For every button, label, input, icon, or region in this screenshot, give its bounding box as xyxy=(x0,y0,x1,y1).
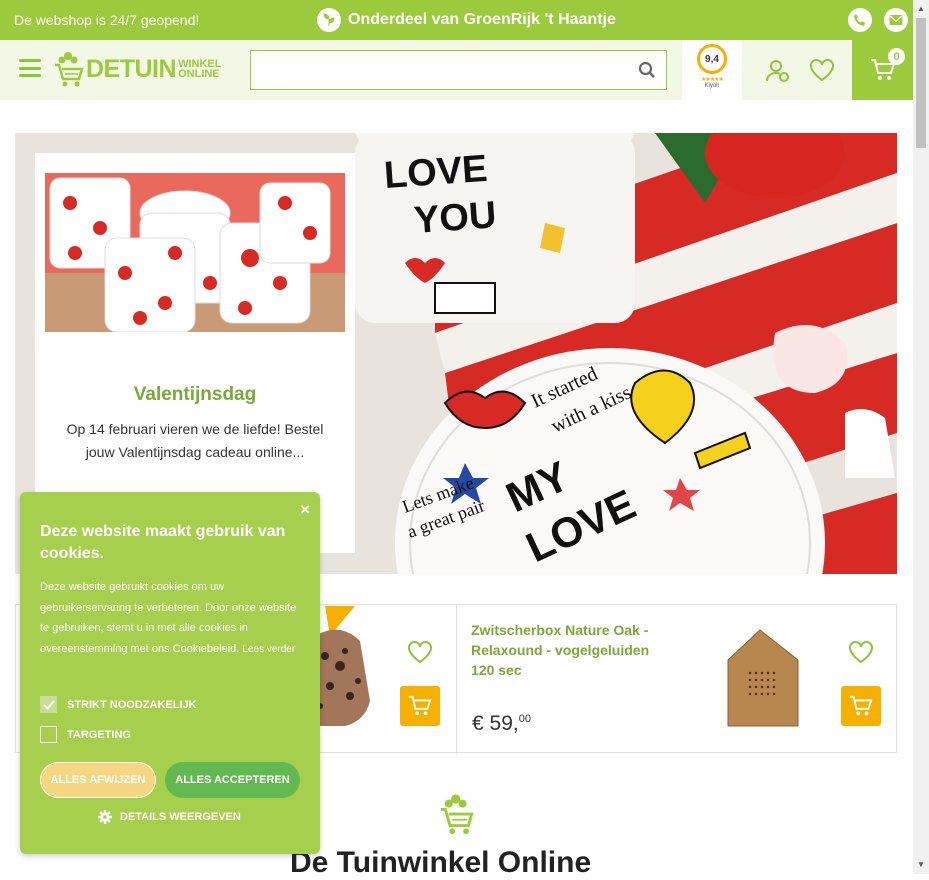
option-strictly-necessary[interactable]: STRIKT NOODZAKELIJK xyxy=(40,696,197,713)
promo-description: Op 14 februari vieren we de liefde! Best… xyxy=(66,421,324,460)
scroll-up-icon[interactable]: ▲ xyxy=(917,4,925,13)
leaf-icon xyxy=(317,8,341,32)
rating-score: 9,4 xyxy=(697,44,727,74)
reject-all-button[interactable]: ALLES AFWIJZEN xyxy=(40,762,156,798)
svg-text:YOU: YOU xyxy=(413,194,498,242)
logo-sub-text: WINKEL ONLINE xyxy=(178,59,221,80)
search-icon[interactable] xyxy=(638,61,656,79)
accept-all-button[interactable]: ALLES ACCEPTEREN xyxy=(165,762,300,798)
menu-icon[interactable] xyxy=(19,59,41,77)
product-2-image[interactable] xyxy=(720,628,800,728)
rating-stars-icon: ★★★★★ xyxy=(701,77,724,83)
site-logo[interactable]: DETUIN WINKEL ONLINE xyxy=(54,49,221,89)
groenrijk-notice[interactable]: Onderdeel van GroenRijk 't Haantje xyxy=(317,8,616,32)
read-more-link[interactable]: Lees verder xyxy=(242,644,295,655)
scroll-down-icon[interactable]: ▼ xyxy=(917,860,925,869)
cart-icon xyxy=(408,695,432,716)
cart-count-badge: 0 xyxy=(888,48,905,65)
cart-button[interactable] xyxy=(852,40,913,100)
product-2-price: € 59,00 xyxy=(472,712,531,736)
mail-icon[interactable] xyxy=(884,8,908,32)
product-2-wishlist-icon[interactable] xyxy=(848,640,874,664)
rating-source: Kiyoh xyxy=(704,83,720,89)
price-main: € 59, xyxy=(472,712,519,735)
close-icon[interactable]: × xyxy=(300,500,310,520)
heart-icon[interactable] xyxy=(809,58,835,82)
product-1-add-to-cart-button[interactable] xyxy=(400,686,440,726)
product-2-add-to-cart-button[interactable] xyxy=(841,686,881,726)
gear-icon xyxy=(98,810,112,824)
checkbox-targeting[interactable] xyxy=(40,726,57,743)
details-label: DETAILS WEERGEVEN xyxy=(120,811,241,823)
promo-title[interactable]: Valentijnsdag xyxy=(35,384,355,406)
cart-icon xyxy=(849,695,873,716)
valentine-mugs-image xyxy=(45,173,345,332)
product-divider xyxy=(456,605,457,754)
product-1-wishlist-icon[interactable] xyxy=(407,640,433,664)
section-logo-icon xyxy=(440,794,474,835)
option-label: TARGETING xyxy=(67,728,131,741)
scroll-thumb[interactable] xyxy=(916,18,926,148)
check-icon xyxy=(42,699,55,710)
phone-icon[interactable] xyxy=(848,8,872,32)
product-2-title[interactable]: Zwitscherbox Nature Oak - Relaxound - vo… xyxy=(471,620,671,680)
price-cents: 00 xyxy=(518,713,531,725)
cookie-heading: Deze website maakt gebruik van cookies. xyxy=(40,523,286,562)
kiyoh-rating-badge[interactable]: 9,4 ★★★★★ Kiyoh xyxy=(682,40,742,100)
svg-text:LOVE: LOVE xyxy=(383,148,489,197)
opening-notice: De webshop is 24/7 geopend! xyxy=(14,12,200,28)
logo-cart-icon xyxy=(55,52,84,87)
show-details-button[interactable]: DETAILS WEERGEVEN xyxy=(98,810,241,824)
checkbox-strictly-necessary[interactable] xyxy=(40,696,57,713)
option-targeting[interactable]: TARGETING xyxy=(40,726,131,743)
logo-main-text: DETUIN xyxy=(86,54,177,83)
top-bar: De webshop is 24/7 geopend! Onderdeel va… xyxy=(0,0,913,40)
groenrijk-label: Onderdeel van GroenRijk 't Haantje xyxy=(348,11,616,28)
account-icon[interactable] xyxy=(765,58,791,84)
cookie-body: Deze website gebruikt cookies om uw gebr… xyxy=(40,577,300,660)
option-label: STRIKT NOODZAKELIJK xyxy=(67,698,197,711)
section-title: De Tuinwinkel Online xyxy=(290,846,592,879)
logo-sub-2: ONLINE xyxy=(178,68,220,80)
cookie-consent-banner: × Deze website maakt gebruik van cookies… xyxy=(20,492,320,854)
search-input[interactable] xyxy=(250,50,667,90)
page-scrollbar[interactable]: ▲ ▼ xyxy=(913,0,929,874)
